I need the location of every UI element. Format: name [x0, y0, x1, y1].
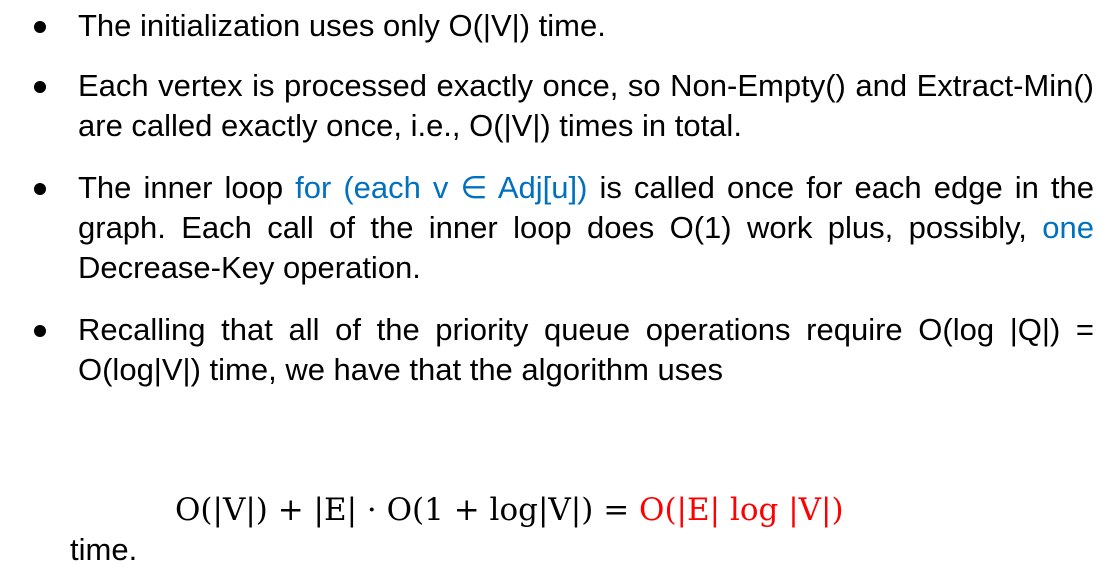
bullet-text-post: Decrease-Key operation. [78, 250, 421, 285]
bullet-list: The initialization uses only O(|V|) time… [34, 6, 1094, 390]
bullet-text: The initialization uses only O(|V|) time… [78, 8, 606, 43]
bullet-dot-icon [34, 183, 46, 195]
bullet-text-pre: The inner loop [78, 170, 296, 205]
bullet-item-initialization: The initialization uses only O(|V|) time… [34, 6, 1094, 46]
bullet-dot-icon [34, 81, 46, 93]
bullet-item-inner-loop: The inner loop for (each v ∈ Adj[u]) is … [34, 168, 1094, 288]
bullet-item-vertex-processing: Each vertex is processed exactly once, s… [34, 66, 1094, 146]
one-highlight: one [1042, 210, 1094, 245]
loop-highlight: for (each v ∈ Adj[u]) [295, 170, 588, 205]
bullet-text: Recalling that all of the priority queue… [78, 312, 1094, 387]
bullet-dot-icon [34, 21, 46, 33]
tail-text: time. [70, 532, 138, 567]
bullet-dot-icon [34, 325, 46, 337]
formula-left: O(|V|) + |E| · O(1 + log|V|) = [175, 492, 640, 528]
bullet-text: Each vertex is processed exactly once, s… [78, 68, 1094, 143]
complexity-formula: O(|V|) + |E| · O(1 + log|V|) = O(|E| log… [34, 490, 844, 530]
formula-result: O(|E| log |V|) [639, 492, 844, 528]
slide: The initialization uses only O(|V|) time… [0, 0, 1117, 578]
bullet-item-priority-queue: Recalling that all of the priority queue… [34, 310, 1094, 390]
